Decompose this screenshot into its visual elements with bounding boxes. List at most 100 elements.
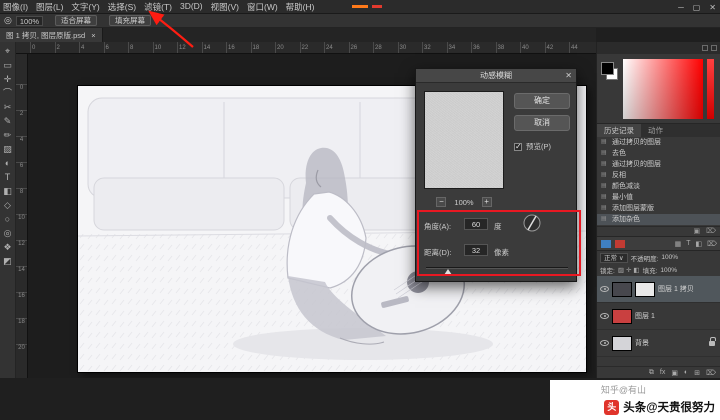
history-step[interactable]: 最小值 <box>597 192 720 203</box>
hue-slider[interactable] <box>707 59 714 119</box>
tool-icon[interactable]: ◎ <box>4 229 12 238</box>
layer-name[interactable]: 图层 1 <box>635 311 655 321</box>
tool-icon[interactable]: ⌖ <box>5 47 10 56</box>
tab-actions[interactable]: 动作 <box>641 124 670 137</box>
distance-slider[interactable] <box>426 267 568 275</box>
tool-icon[interactable]: ◩ <box>3 257 12 266</box>
tool-icon[interactable]: T <box>5 173 11 182</box>
layer-thumbnail[interactable] <box>612 281 632 297</box>
distance-input[interactable]: 32 <box>464 244 488 256</box>
channels-chip-icon[interactable] <box>601 239 611 248</box>
angle-input[interactable]: 60 <box>464 218 488 230</box>
tool-icon[interactable]: ◧ <box>3 187 12 196</box>
tool-icon[interactable]: ▭ <box>3 61 12 70</box>
tool-icon[interactable]: ✏ <box>4 131 12 140</box>
history-step[interactable]: 反相 <box>597 170 720 181</box>
menu-item[interactable]: 帮助(H) <box>285 1 316 13</box>
menu-item[interactable]: 视图(V) <box>210 1 240 13</box>
slider-thumb[interactable] <box>444 269 452 275</box>
menu-item[interactable]: 3D(D) <box>179 1 204 13</box>
strip-icon[interactable]: T <box>686 240 690 248</box>
layer-name[interactable]: 背景 <box>635 338 649 348</box>
zoom-out-button[interactable]: − <box>436 197 447 207</box>
menu-item[interactable]: 图层(L) <box>35 1 64 13</box>
cancel-button[interactable]: 取消 <box>514 115 570 131</box>
visibility-eye-icon[interactable] <box>600 313 609 319</box>
layers-footer-icon[interactable]: fx <box>660 369 665 376</box>
lock-option-icon[interactable]: ▨ <box>618 266 624 274</box>
preview-checkbox-row[interactable]: 预览(P) <box>514 141 551 152</box>
layer-thumbnail[interactable] <box>612 335 632 351</box>
layers-footer-icon[interactable]: ⊞ <box>694 369 700 377</box>
tool-icon[interactable]: ✛ <box>4 75 12 84</box>
blend-mode-dropdown[interactable]: 正常 ∨ <box>600 252 628 263</box>
layers-footer-icon[interactable]: ◐ <box>684 369 688 376</box>
tool-icon[interactable]: ○ <box>5 215 10 224</box>
window-control-button[interactable]: ▢ <box>693 3 701 12</box>
document-tab[interactable]: 图 1 拷贝, 图层原版.psd × <box>0 28 103 42</box>
ok-button[interactable]: 确定 <box>514 93 570 109</box>
menu-item[interactable]: 窗口(W) <box>246 1 279 13</box>
history-step[interactable]: 添加图层蒙版 <box>597 203 720 214</box>
menu-item[interactable]: 文字(Y) <box>70 1 100 13</box>
tool-icon[interactable]: ❖ <box>3 243 11 252</box>
ruler-number: 16 <box>226 42 251 53</box>
dock-menu-icon[interactable] <box>711 45 717 51</box>
tool-icon[interactable]: ✎ <box>4 117 12 126</box>
zoom-value-input[interactable]: 100% <box>15 15 44 26</box>
dialog-title-bar[interactable]: 动感模糊 ✕ <box>416 69 576 83</box>
lock-option-icon[interactable]: ✛ <box>626 266 631 274</box>
window-control-button[interactable]: ─ <box>678 3 684 12</box>
tool-icon[interactable]: ✂ <box>4 103 12 112</box>
menu-item[interactable]: 滤镜(T) <box>143 1 173 13</box>
fill-screen-button[interactable]: 填充屏幕 <box>109 15 152 26</box>
blur-preview-thumbnail[interactable] <box>424 91 504 189</box>
menu-items: 图像(I) 图层(L) 文字(Y) 选择(S) 滤镜(T) 3D(D) 视图(V) 窗口(W)… <box>2 1 315 13</box>
history-step[interactable]: 通过拷贝的图层 <box>597 159 720 170</box>
layers-footer-icon[interactable]: ⌦ <box>706 369 716 377</box>
layer-row-layer1-copy[interactable]: 图层 1 拷贝 <box>597 276 720 303</box>
visibility-eye-icon[interactable] <box>600 340 609 346</box>
fit-screen-button[interactable]: 适合屏幕 <box>55 15 98 26</box>
strip-icon[interactable]: ◧ <box>695 240 702 248</box>
menu-item[interactable]: 选择(S) <box>107 1 137 13</box>
window-control-button[interactable]: ✕ <box>709 3 716 12</box>
layer-name[interactable]: 图层 1 拷贝 <box>658 284 694 294</box>
visibility-eye-icon[interactable] <box>600 286 609 292</box>
ruler-number: 16 <box>16 292 27 318</box>
history-step[interactable]: 去色 <box>597 148 720 159</box>
angle-dial[interactable] <box>522 213 542 233</box>
fill-value[interactable]: 100% <box>660 267 677 274</box>
tool-icon[interactable]: ▨ <box>3 145 12 154</box>
history-footer-icon[interactable]: ▣ <box>693 227 700 236</box>
dialog-close-icon[interactable]: ✕ <box>565 69 572 83</box>
history-step[interactable]: 颜色减淡 <box>597 181 720 192</box>
history-step[interactable]: 添加杂色 <box>597 214 720 225</box>
layer-row-layer1[interactable]: 图层 1 <box>597 303 720 330</box>
layer-row-background[interactable]: 背景 <box>597 330 720 357</box>
strip-icon[interactable]: ▦ <box>675 240 682 248</box>
layers-footer-icon[interactable]: ▣ <box>671 369 678 377</box>
paths-chip-icon[interactable] <box>615 239 625 248</box>
tab-close-icon[interactable]: × <box>91 31 95 40</box>
checkbox-checked-icon[interactable] <box>514 142 522 151</box>
opacity-value[interactable]: 100% <box>661 254 678 261</box>
tool-icon[interactable]: ◇ <box>4 201 11 210</box>
history-step[interactable]: 通过拷贝的图层 <box>597 137 720 148</box>
foreground-color-chip[interactable] <box>601 62 614 75</box>
distance-label: 距离(D): <box>424 248 452 257</box>
layer-thumbnail[interactable] <box>612 308 632 324</box>
tab-history[interactable]: 历史记录 <box>597 124 641 137</box>
zoom-in-button[interactable]: + <box>481 197 492 207</box>
tool-icon[interactable]: ⌒ <box>3 89 12 98</box>
dock-collapse-icon[interactable] <box>702 45 708 51</box>
menu-item[interactable]: 图像(I) <box>2 1 29 13</box>
layers-footer-icon[interactable]: ⧉ <box>649 369 654 377</box>
photoshop-window: 图像(I) 图层(L) 文字(Y) 选择(S) 滤镜(T) 3D(D) 视图(V) 窗口(W)… <box>0 0 720 420</box>
color-saturation-field[interactable] <box>623 59 703 119</box>
tool-icon[interactable]: ◐ <box>5 159 10 168</box>
history-footer-icon[interactable]: ⌦ <box>706 227 716 236</box>
strip-icon[interactable]: ⌦ <box>707 240 717 248</box>
lock-option-icon[interactable]: ◧ <box>633 266 639 274</box>
layer-mask-thumbnail[interactable] <box>635 281 655 297</box>
